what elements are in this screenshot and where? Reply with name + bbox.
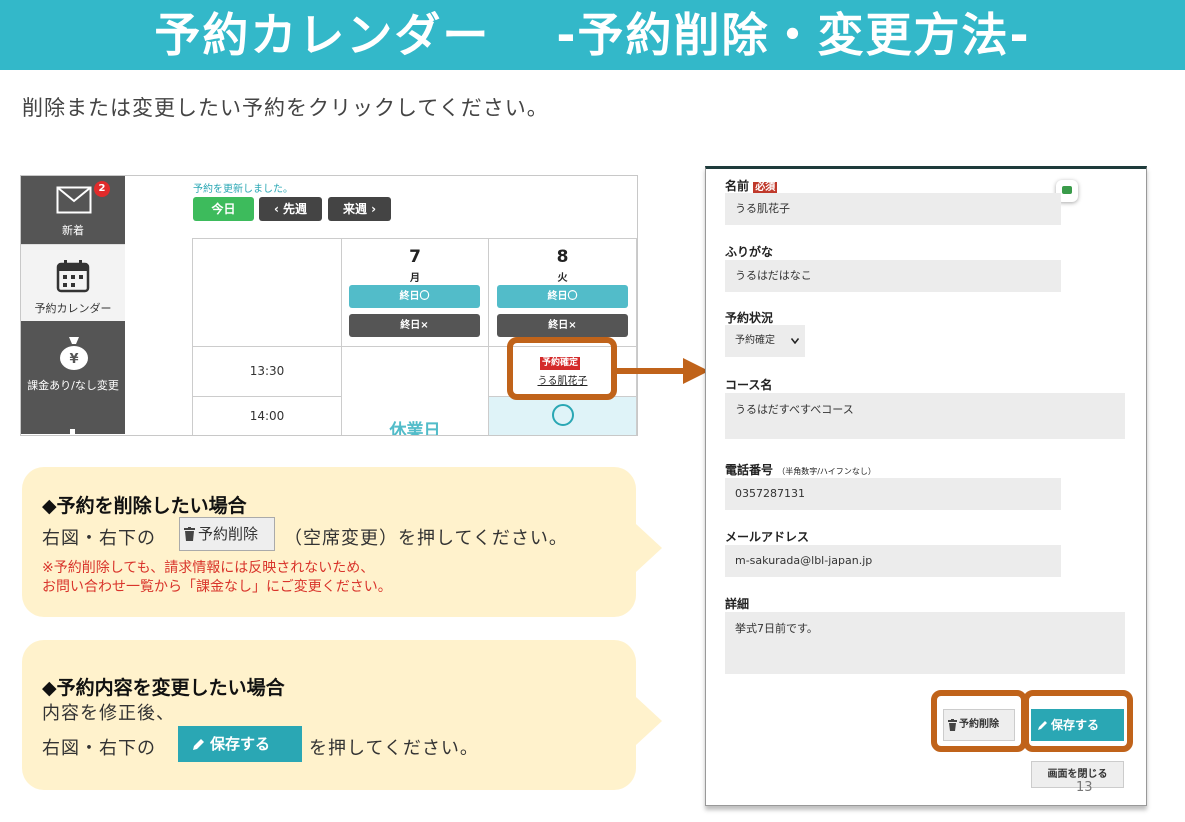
status-select-value: 予約確定: [735, 335, 775, 346]
robot-icon: [1062, 186, 1072, 194]
closed-day-label: 休業日: [389, 421, 441, 436]
open-slot[interactable]: [489, 397, 636, 435]
status-select[interactable]: 予約確定: [725, 325, 805, 357]
slide-header: 予約カレンダー -予約削除・変更方法-: [0, 0, 1185, 70]
save-button-highlight-box: [1023, 690, 1133, 752]
update-notice: 予約を更新しました。: [193, 184, 293, 195]
callout-edit-title: ◆予約内容を変更したい場合: [42, 677, 285, 699]
sidebar-item-calendar[interactable]: 予約カレンダー: [21, 244, 125, 323]
callout-delete-title: ◆予約を削除したい場合: [42, 495, 247, 517]
allday-open-button[interactable]: 終日〇: [497, 285, 628, 308]
kana-label: ふりがな: [725, 245, 774, 259]
callout-edit-text-before: 右図・右下の: [42, 738, 156, 759]
callout-delete: ◆予約を削除したい場合 右図・右下の 予約削除 （空席変更）を押してください。 …: [22, 467, 636, 617]
chevron-down-icon: [791, 338, 799, 344]
callout-edit-button-label: 保存する: [210, 735, 271, 753]
mail-icon: [56, 186, 92, 214]
callout-delete-note-2: お問い合わせ一覧から「課金なし」にご変更ください。: [42, 579, 392, 595]
allday-open-button[interactable]: 終日〇: [349, 285, 480, 308]
email-label: メールアドレス: [725, 530, 810, 544]
callout-delete-button-sample: 予約削除: [179, 517, 275, 551]
time-label: 14:00: [249, 409, 285, 423]
callout-edit-line1: 内容を修正後、: [42, 703, 175, 724]
sidebar-next-item-icon: [70, 429, 75, 435]
status-label: 予約状況: [725, 311, 774, 325]
delete-button-highlight-box: [931, 690, 1027, 752]
phone-hint: （半角数字/ハイフンなし）: [777, 467, 876, 476]
detail-textarea[interactable]: 挙式7日前です。: [725, 612, 1125, 674]
sidebar-calendar-label: 予約カレンダー: [34, 302, 112, 315]
name-label: 名前 必須: [725, 177, 778, 194]
day-weekday: 火: [557, 273, 568, 284]
course-textarea[interactable]: うるはだすべすべコース: [725, 393, 1125, 439]
booking-highlight-box: [507, 337, 617, 400]
slide-title: 予約カレンダー -予約削除・変更方法-: [154, 8, 1031, 62]
detail-label: 詳細: [725, 597, 750, 611]
callout-edit-button-sample: 保存する: [178, 726, 302, 762]
callout-delete-note-1: ※予約削除しても、請求情報には反映されないため、: [42, 560, 375, 576]
money-bag-icon: ¥: [60, 337, 88, 370]
allday-closed-button[interactable]: 終日×: [497, 314, 628, 337]
callout-edit: ◆予約内容を変更したい場合 内容を修正後、 右図・右下の 保存する を押してくだ…: [22, 640, 636, 790]
callout-delete-text-before: 右図・右下の: [42, 528, 156, 549]
sidebar-item-billing[interactable]: ¥ 課金あり/なし変更: [21, 321, 125, 435]
name-label-text: 名前: [725, 179, 750, 193]
prev-week-button[interactable]: ‹ 先週: [259, 197, 322, 221]
calendar-icon: [56, 260, 90, 293]
callout-edit-tail: [636, 697, 662, 745]
page-number: 13: [1076, 780, 1093, 795]
day-weekday: 月: [410, 273, 420, 284]
arrow-shaft: [617, 368, 691, 374]
today-button[interactable]: 今日: [193, 197, 254, 221]
phone-label: 電話番号 （半角数字/ハイフンなし）: [725, 461, 876, 478]
day-date: 8: [556, 247, 569, 267]
day-date: 7: [409, 247, 421, 267]
svg-text:¥: ¥: [69, 352, 78, 367]
allday-closed-button[interactable]: 終日×: [349, 314, 480, 337]
required-badge: 必須: [753, 182, 778, 193]
sidebar-new-label: 新着: [62, 224, 84, 237]
sidebar-billing-label: 課金あり/なし変更: [27, 379, 119, 392]
callout-delete-tail: [636, 524, 662, 572]
instruction-text: 削除または変更したい予約をクリックしてください。: [22, 96, 549, 120]
trash-icon: [184, 527, 195, 541]
kana-input[interactable]: うるはだはなこ: [725, 260, 1061, 292]
notification-badge: 2: [94, 181, 110, 197]
time-label: 13:30: [249, 364, 285, 378]
callout-delete-text-after: （空席変更）を押してください。: [284, 528, 568, 549]
callout-delete-button-label: 予約削除: [198, 525, 259, 543]
next-week-button[interactable]: 来週 ›: [328, 197, 391, 221]
name-input[interactable]: うる肌花子: [725, 193, 1061, 225]
phone-label-text: 電話番号: [725, 463, 774, 477]
callout-edit-text-after: を押してください。: [309, 738, 479, 759]
open-slot-circle-icon: [552, 404, 574, 426]
course-label: コース名: [725, 378, 773, 392]
phone-input[interactable]: 0357287131: [725, 478, 1061, 510]
email-input[interactable]: m-sakurada@lbl-japan.jp: [725, 545, 1061, 577]
sidebar-item-new[interactable]: 2 新着: [21, 176, 125, 244]
pencil-icon: [193, 739, 204, 750]
